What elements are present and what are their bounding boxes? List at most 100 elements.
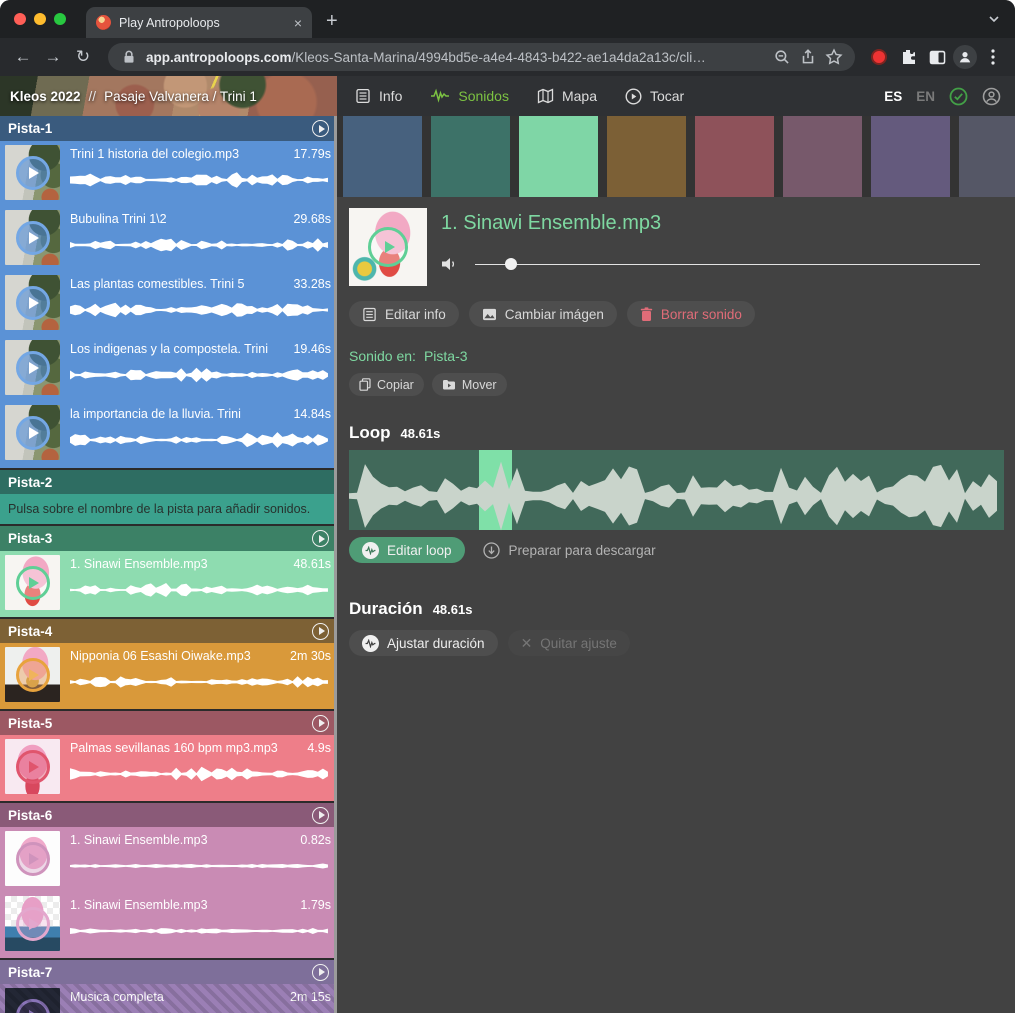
- clip-title[interactable]: Trini 1 historia del colegio.mp3: [70, 147, 239, 161]
- track-name[interactable]: Pista-2: [8, 475, 52, 490]
- clip-title[interactable]: Los indigenas y la compostela. Trini: [70, 342, 268, 356]
- track-header-pista-1[interactable]: Pista-1: [0, 116, 337, 141]
- clip-thumbnail[interactable]: [5, 896, 60, 951]
- track-header-pista-5[interactable]: Pista-5: [0, 711, 337, 735]
- track-play-button[interactable]: [312, 120, 329, 137]
- nav-tab-info[interactable]: Info: [355, 88, 402, 104]
- clip-row-selected[interactable]: 1. Sinawi Ensemble.mp348.61s: [0, 551, 337, 616]
- track-color-swatch[interactable]: [343, 116, 422, 197]
- track-color-swatch[interactable]: [431, 116, 510, 197]
- nav-tab-map[interactable]: Mapa: [537, 88, 597, 104]
- clip-thumbnail[interactable]: [5, 647, 60, 702]
- prepare-download-button[interactable]: Preparar para descargar: [483, 542, 656, 559]
- close-window-button[interactable]: [14, 13, 26, 25]
- volume-icon[interactable]: [441, 256, 459, 272]
- clip-row[interactable]: Musica completa2m 15s: [0, 984, 337, 1013]
- browser-tab[interactable]: Play Antropoloops ×: [86, 7, 312, 38]
- volume-slider-thumb[interactable]: [505, 258, 517, 270]
- track-color-swatch[interactable]: [695, 116, 774, 197]
- track-header-pista-2[interactable]: Pista-2: [0, 470, 337, 494]
- track-play-button[interactable]: [312, 623, 329, 640]
- minimize-window-button[interactable]: [34, 13, 46, 25]
- side-panel-icon[interactable]: [925, 45, 949, 69]
- track-name[interactable]: Pista-7: [8, 965, 52, 980]
- sound-play-icon[interactable]: [368, 227, 408, 267]
- url-text[interactable]: app.antropoloops.com/Kleos-Santa-Marina/…: [146, 50, 765, 65]
- track-color-swatch[interactable]: [959, 116, 1015, 197]
- back-button[interactable]: ←: [10, 44, 36, 70]
- clip-title[interactable]: 1. Sinawi Ensemble.mp3: [70, 557, 208, 571]
- track-name[interactable]: Pista-5: [8, 716, 52, 731]
- loop-waveform-panel[interactable]: [349, 450, 1004, 530]
- clip-thumbnail[interactable]: [5, 831, 60, 886]
- clip-thumbnail[interactable]: [5, 739, 60, 794]
- clip-thumbnail[interactable]: [5, 275, 60, 330]
- new-tab-button[interactable]: +: [326, 10, 338, 38]
- track-play-button[interactable]: [312, 807, 329, 824]
- move-button[interactable]: Mover: [432, 373, 507, 396]
- recording-extension-icon[interactable]: [871, 49, 887, 65]
- clip-row[interactable]: la importancia de la lluvia. Trini14.84s: [0, 401, 337, 466]
- track-header-pista-3[interactable]: Pista-3: [0, 526, 337, 551]
- breadcrumb-project[interactable]: Kleos 2022: [10, 89, 81, 104]
- extensions-puzzle-icon[interactable]: [897, 45, 921, 69]
- remove-adjustment-button[interactable]: ✕ Quitar ajuste: [508, 630, 630, 656]
- track-header-pista-7[interactable]: Pista-7: [0, 960, 337, 984]
- forward-button[interactable]: →: [40, 44, 66, 70]
- volume-slider[interactable]: [475, 257, 980, 271]
- clip-row[interactable]: 1. Sinawi Ensemble.mp31.79s: [0, 892, 337, 957]
- track-name[interactable]: Pista-4: [8, 624, 52, 639]
- clip-row[interactable]: Trini 1 historia del colegio.mp317.79s: [0, 141, 337, 206]
- copy-button[interactable]: Copiar: [349, 373, 424, 396]
- track-color-swatch-selected[interactable]: [519, 116, 598, 197]
- language-es-button[interactable]: ES: [884, 89, 902, 104]
- tab-close-icon[interactable]: ×: [294, 16, 302, 30]
- change-image-button[interactable]: Cambiar imágen: [469, 301, 617, 327]
- track-name[interactable]: Pista-6: [8, 808, 52, 823]
- clip-row[interactable]: Las plantas comestibles. Trini 533.28s: [0, 271, 337, 336]
- nav-tab-play[interactable]: Tocar: [625, 88, 684, 105]
- clip-title[interactable]: Musica completa: [70, 990, 164, 1004]
- sound-in-track-link[interactable]: Pista-3: [424, 348, 468, 364]
- track-name[interactable]: Pista-1: [8, 121, 52, 136]
- language-en-button[interactable]: EN: [916, 89, 935, 104]
- clip-row[interactable]: Nipponia 06 Esashi Oiwake.mp32m 30s: [0, 643, 337, 708]
- clip-title[interactable]: Las plantas comestibles. Trini 5: [70, 277, 244, 291]
- saved-check-icon[interactable]: [949, 87, 968, 106]
- chevron-down-icon[interactable]: [987, 12, 1001, 26]
- track-name[interactable]: Pista-3: [8, 531, 52, 546]
- clip-title[interactable]: la importancia de la lluvia. Trini: [70, 407, 241, 421]
- clip-row[interactable]: Bubulina Trini 1\229.68s: [0, 206, 337, 271]
- track-header-pista-4[interactable]: Pista-4: [0, 619, 337, 643]
- clip-title[interactable]: Bubulina Trini 1\2: [70, 212, 167, 226]
- clip-thumbnail[interactable]: [5, 340, 60, 395]
- track-header-pista-6[interactable]: Pista-6: [0, 803, 337, 827]
- clip-row[interactable]: 1. Sinawi Ensemble.mp30.82s: [0, 827, 337, 892]
- track-play-button[interactable]: [312, 530, 329, 547]
- zoom-icon[interactable]: [773, 48, 791, 66]
- track-color-swatch[interactable]: [783, 116, 862, 197]
- track-color-swatch[interactable]: [607, 116, 686, 197]
- sound-image[interactable]: [349, 208, 427, 286]
- clip-thumbnail[interactable]: [5, 210, 60, 265]
- sidebar-scrollbar[interactable]: [334, 116, 337, 1013]
- adjust-duration-button[interactable]: Ajustar duración: [349, 630, 498, 656]
- reload-button[interactable]: ↻: [70, 44, 96, 70]
- browser-profile-avatar[interactable]: [953, 45, 977, 69]
- track-color-swatch[interactable]: [871, 116, 950, 197]
- clip-row[interactable]: Palmas sevillanas 160 bpm mp3.mp34.9s: [0, 735, 337, 800]
- clip-title[interactable]: Palmas sevillanas 160 bpm mp3.mp3: [70, 741, 278, 755]
- edit-info-button[interactable]: Editar info: [349, 301, 459, 327]
- clip-row[interactable]: Los indigenas y la compostela. Trini19.4…: [0, 336, 337, 401]
- clip-thumbnail[interactable]: [5, 145, 60, 200]
- zoom-window-button[interactable]: [54, 13, 66, 25]
- delete-sound-button[interactable]: Borrar sonido: [627, 301, 755, 327]
- breadcrumb-scene[interactable]: Pasaje Valvanera / Trini 1: [104, 89, 257, 104]
- clip-title[interactable]: 1. Sinawi Ensemble.mp3: [70, 898, 208, 912]
- volume-slider-track[interactable]: [475, 264, 980, 266]
- address-bar[interactable]: app.antropoloops.com/Kleos-Santa-Marina/…: [108, 43, 855, 71]
- nav-tab-sounds[interactable]: Sonidos: [430, 88, 509, 104]
- bookmark-star-icon[interactable]: [825, 48, 843, 66]
- clip-title[interactable]: 1. Sinawi Ensemble.mp3: [70, 833, 208, 847]
- clip-thumbnail[interactable]: [5, 405, 60, 460]
